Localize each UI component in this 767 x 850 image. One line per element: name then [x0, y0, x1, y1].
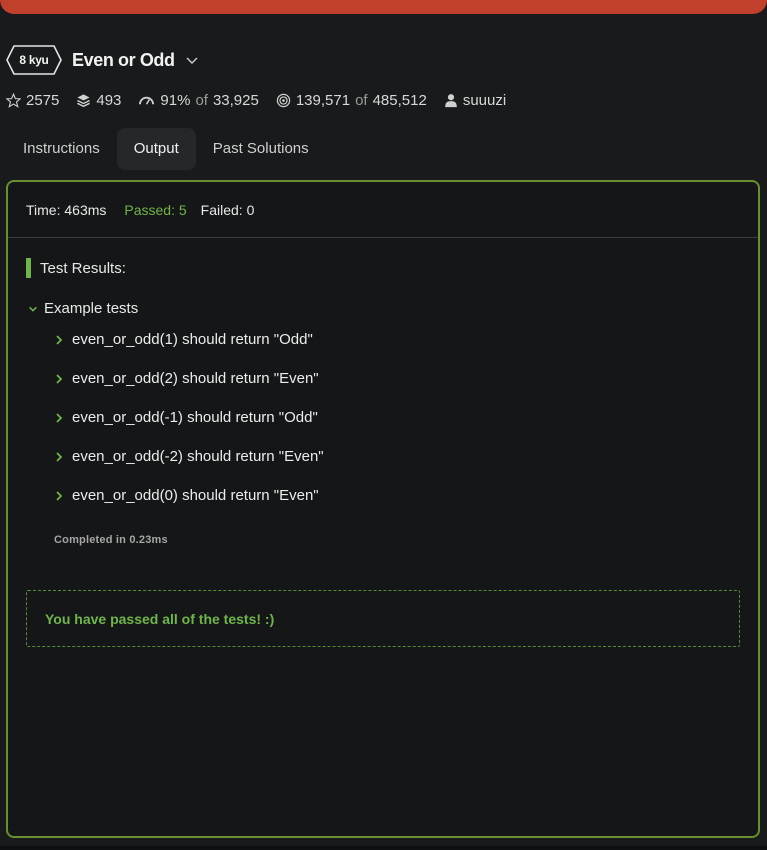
kata-title-row: 8 kyu Even or Odd	[6, 45, 199, 75]
test-item[interactable]: even_or_odd(-1) should return "Odd"	[54, 398, 654, 437]
collections-stat: 493	[76, 92, 121, 109]
rank-badge: 8 kyu	[6, 45, 62, 75]
kata-title[interactable]: Even or Odd	[72, 50, 175, 71]
time-label: Time: 463ms	[26, 201, 107, 218]
satisfaction-votes: 33,925	[212, 92, 259, 109]
chevron-right-icon	[56, 334, 63, 345]
tab-output[interactable]: Output	[116, 128, 196, 170]
kata-tabs: Instructions Output Past Solutions	[6, 128, 326, 170]
attempts-count: 485,512	[372, 92, 427, 109]
kata-stats: 2575 493 91% of 33,925 139,571 of 485,51…	[6, 92, 523, 109]
star-icon	[6, 93, 21, 108]
test-item[interactable]: even_or_odd(0) should return "Even"	[54, 476, 654, 515]
gauge-icon	[139, 96, 155, 105]
test-item[interactable]: even_or_odd(-2) should return "Even"	[54, 437, 654, 476]
results-title: Test Results:	[40, 259, 126, 277]
completed-time: Completed in 0.23ms	[54, 534, 168, 546]
chevron-down-icon[interactable]	[185, 53, 199, 67]
test-name: even_or_odd(0) should return "Even"	[72, 487, 319, 504]
satisfaction-stat: 91% of 33,925	[138, 92, 259, 109]
completions-count: 139,571	[295, 92, 351, 109]
collections-count: 493	[96, 92, 122, 109]
satisfaction-percent: 91%	[160, 92, 191, 109]
tab-instructions[interactable]: Instructions	[6, 128, 117, 170]
results-heading: Test Results:	[26, 258, 740, 278]
bottom-strip	[0, 846, 767, 850]
chevron-right-icon	[56, 451, 63, 462]
rank-label: 8 kyu	[19, 53, 49, 67]
test-item[interactable]: even_or_odd(1) should return "Odd"	[54, 320, 654, 359]
failed-count: Failed: 0	[200, 201, 255, 218]
test-group-label: Example tests	[44, 300, 139, 317]
stars-count: 2575	[26, 92, 60, 109]
success-message: You have passed all of the tests! :)	[45, 610, 275, 627]
test-name: even_or_odd(-1) should return "Odd"	[72, 409, 318, 426]
passed-count: Passed: 5	[124, 201, 187, 218]
stack-icon	[77, 94, 91, 108]
completions-of: of	[355, 92, 368, 109]
stars-stat: 2575	[6, 92, 59, 109]
target-icon	[276, 93, 291, 108]
test-name: even_or_odd(1) should return "Odd"	[72, 331, 313, 348]
user-icon	[445, 94, 457, 108]
satisfaction-of: of	[195, 92, 208, 109]
completions-stat: 139,571 of 485,512	[276, 92, 427, 109]
chevron-down-icon	[29, 306, 37, 312]
test-name: even_or_odd(-2) should return "Even"	[72, 448, 324, 465]
chevron-right-icon	[56, 412, 63, 423]
output-panel: Time: 463ms Passed: 5 Failed: 0 Test Res…	[6, 180, 760, 838]
test-results: Test Results: Example tests even_or_odd(…	[26, 258, 740, 546]
tab-past-solutions[interactable]: Past Solutions	[196, 128, 326, 170]
author-name[interactable]: suuuzi	[463, 92, 506, 109]
success-message-box: You have passed all of the tests! :)	[26, 590, 740, 647]
author-stat[interactable]: suuuzi	[444, 92, 506, 109]
top-banner	[0, 0, 767, 14]
chevron-right-icon	[56, 373, 63, 384]
test-name: even_or_odd(2) should return "Even"	[72, 370, 319, 387]
chevron-right-icon	[56, 490, 63, 501]
test-item[interactable]: even_or_odd(2) should return "Even"	[54, 359, 654, 398]
output-summary: Time: 463ms Passed: 5 Failed: 0	[8, 182, 758, 238]
results-accent-bar	[26, 258, 31, 278]
test-group-toggle[interactable]: Example tests	[28, 300, 138, 317]
test-group: Example tests	[28, 300, 138, 317]
test-list: even_or_odd(1) should return "Odd" even_…	[54, 320, 654, 515]
